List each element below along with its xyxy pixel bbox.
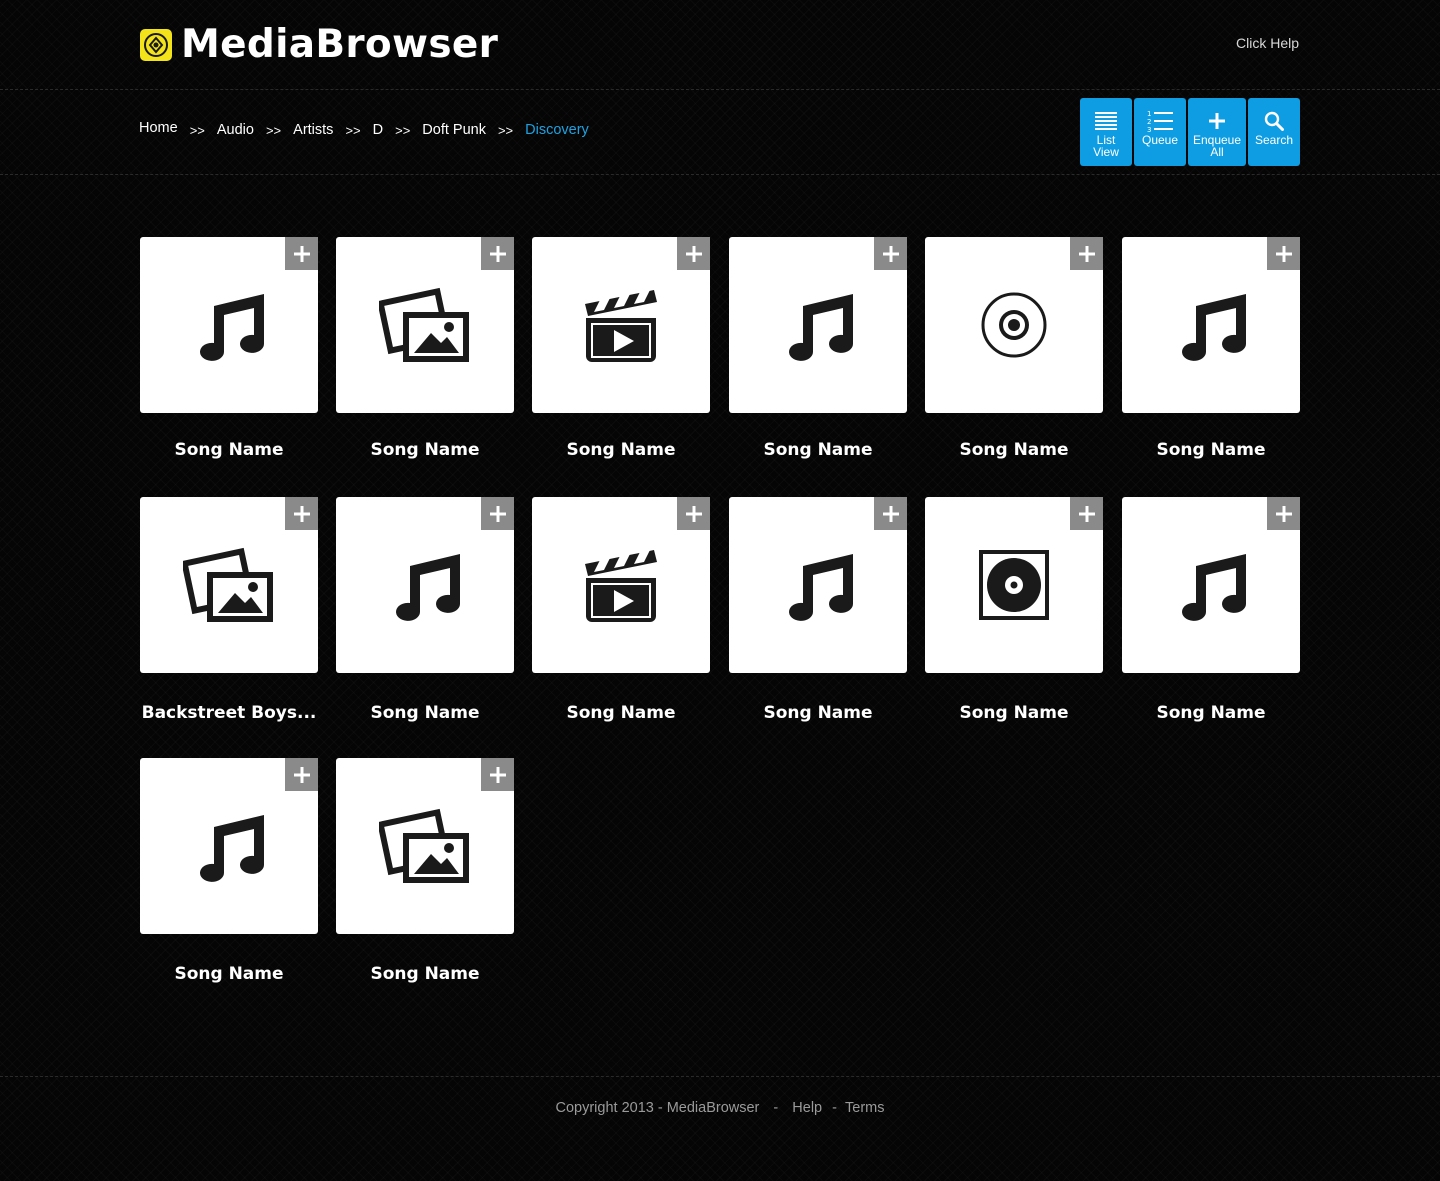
- queue-button[interactable]: 123 Queue: [1134, 98, 1186, 166]
- header-divider: [0, 89, 1440, 90]
- plus-icon: [685, 245, 702, 262]
- plus-icon: [1275, 245, 1292, 262]
- media-tile[interactable]: [1122, 237, 1300, 413]
- app-logo[interactable]: MediaBrowser: [140, 22, 498, 67]
- toolbar: List View 123 Queue Enqueue All Search: [1080, 98, 1300, 166]
- plus-icon: [1275, 505, 1292, 522]
- add-to-queue-button[interactable]: [481, 758, 514, 791]
- media-tile[interactable]: [336, 758, 514, 934]
- add-to-queue-button[interactable]: [874, 237, 907, 270]
- media-caption[interactable]: Song Name: [140, 440, 318, 460]
- plus-icon: [882, 505, 899, 522]
- footer-separator: -: [773, 1100, 779, 1116]
- add-to-queue-button[interactable]: [285, 497, 318, 530]
- media-caption[interactable]: Backstreet Boys...: [140, 703, 318, 723]
- plus-icon: [882, 245, 899, 262]
- toolbar-divider: [0, 174, 1440, 175]
- plus-icon: [489, 766, 506, 783]
- media-tile[interactable]: [729, 497, 907, 673]
- breadcrumb: Home >> Audio >> Artists >> D >> Doft Pu…: [139, 120, 589, 138]
- queue-label: Queue: [1141, 133, 1179, 147]
- media-caption[interactable]: Song Name: [729, 703, 907, 723]
- list-view-button[interactable]: List View: [1080, 98, 1132, 166]
- search-icon: [1264, 110, 1284, 132]
- numbered-list-icon: 123: [1147, 110, 1173, 133]
- add-to-queue-button[interactable]: [1070, 237, 1103, 270]
- search-label: Search: [1254, 133, 1294, 147]
- media-tile[interactable]: [140, 237, 318, 413]
- add-to-queue-button[interactable]: [677, 237, 710, 270]
- media-tile[interactable]: [532, 497, 710, 673]
- add-to-queue-button[interactable]: [481, 237, 514, 270]
- add-to-queue-button[interactable]: [1070, 497, 1103, 530]
- logo-icon: [140, 28, 172, 61]
- add-to-queue-button[interactable]: [1267, 497, 1300, 530]
- plus-icon: [1078, 245, 1095, 262]
- media-caption[interactable]: Song Name: [336, 440, 514, 460]
- breadcrumb-separator: >>: [497, 122, 514, 138]
- breadcrumb-artist[interactable]: Doft Punk: [422, 122, 486, 138]
- search-button[interactable]: Search: [1248, 98, 1300, 166]
- media-tile[interactable]: [925, 497, 1103, 673]
- plus-icon: [293, 766, 310, 783]
- media-tile[interactable]: [1122, 497, 1300, 673]
- breadcrumb-separator: >>: [395, 122, 411, 138]
- media-caption[interactable]: Song Name: [336, 964, 514, 984]
- svg-text:2: 2: [1147, 118, 1151, 126]
- media-caption[interactable]: Song Name: [925, 440, 1103, 460]
- breadcrumb-audio[interactable]: Audio: [217, 122, 254, 138]
- media-caption[interactable]: Song Name: [1122, 440, 1300, 460]
- media-caption[interactable]: Song Name: [336, 703, 514, 723]
- media-caption[interactable]: Song Name: [1122, 703, 1300, 723]
- media-caption[interactable]: Song Name: [140, 964, 318, 984]
- app-title: MediaBrowser: [181, 22, 499, 67]
- media-tile[interactable]: [532, 237, 710, 413]
- plus-icon: [489, 245, 506, 262]
- svg-text:3: 3: [1147, 126, 1151, 133]
- footer-help-link[interactable]: Help: [792, 1100, 822, 1116]
- media-tile[interactable]: [729, 237, 907, 413]
- footer: Copyright 2013 - MediaBrowser - Help - T…: [0, 1100, 1440, 1116]
- list-icon: [1095, 110, 1117, 132]
- media-caption[interactable]: Song Name: [729, 440, 907, 460]
- enqueue-all-button[interactable]: Enqueue All: [1188, 98, 1246, 166]
- media-tile[interactable]: [336, 237, 514, 413]
- media-caption[interactable]: Song Name: [532, 440, 710, 460]
- plus-icon: [1209, 110, 1225, 132]
- footer-copyright: Copyright 2013 - MediaBrowser: [555, 1100, 760, 1116]
- breadcrumb-separator: >>: [189, 122, 205, 138]
- plus-icon: [1078, 505, 1095, 522]
- breadcrumb-separator: >>: [345, 122, 361, 138]
- footer-separator: -: [832, 1100, 837, 1116]
- plus-icon: [293, 505, 310, 522]
- plus-icon: [293, 245, 310, 262]
- add-to-queue-button[interactable]: [1267, 237, 1300, 270]
- footer-terms-link[interactable]: Terms: [845, 1100, 884, 1116]
- add-to-queue-button[interactable]: [874, 497, 907, 530]
- add-to-queue-button[interactable]: [285, 237, 318, 270]
- breadcrumb-separator: >>: [265, 122, 282, 138]
- add-to-queue-button[interactable]: [285, 758, 318, 791]
- footer-divider: [0, 1076, 1440, 1077]
- media-tile[interactable]: [140, 758, 318, 934]
- breadcrumb-artists[interactable]: Artists: [293, 122, 333, 138]
- add-to-queue-button[interactable]: [677, 497, 710, 530]
- plus-icon: [489, 505, 506, 522]
- list-view-label-line2: View: [1093, 145, 1119, 159]
- breadcrumb-current: Discovery: [525, 122, 589, 138]
- media-tile[interactable]: [336, 497, 514, 673]
- media-tile[interactable]: [140, 497, 318, 673]
- add-to-queue-button[interactable]: [481, 497, 514, 530]
- breadcrumb-home[interactable]: Home: [139, 120, 178, 136]
- svg-text:1: 1: [1147, 110, 1151, 118]
- media-caption[interactable]: Song Name: [925, 703, 1103, 723]
- media-tile[interactable]: [925, 237, 1103, 413]
- plus-icon: [685, 505, 702, 522]
- media-caption[interactable]: Song Name: [532, 703, 710, 723]
- help-link[interactable]: Click Help: [1236, 35, 1299, 51]
- breadcrumb-letter[interactable]: D: [373, 122, 383, 138]
- enqueue-all-label-line2: All: [1210, 145, 1224, 159]
